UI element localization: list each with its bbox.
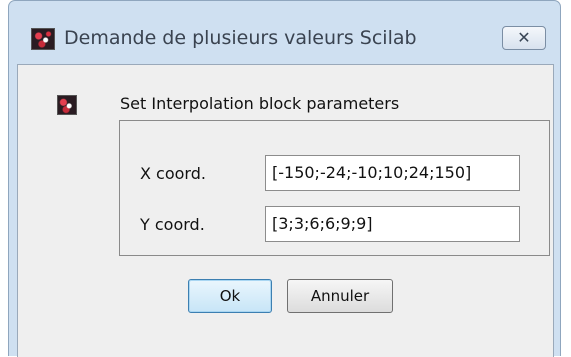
ok-button[interactable]: Ok [188, 279, 272, 313]
window-title: Demande de plusieurs valeurs Scilab [64, 27, 417, 49]
close-button[interactable]: ✕ [502, 26, 546, 50]
dialog-window: Demande de plusieurs valeurs Scilab ✕ Se… [8, 0, 561, 357]
scilab-message-icon [57, 95, 77, 115]
scilab-icon [31, 28, 55, 50]
close-icon: ✕ [517, 28, 531, 47]
y-coord-label: Y coord. [140, 215, 205, 234]
prompt-text: Set Interpolation block parameters [120, 94, 400, 113]
cancel-button[interactable]: Annuler [287, 279, 393, 313]
x-coord-input[interactable]: [-150;-24;-10;10;24;150] [265, 155, 520, 191]
y-coord-input[interactable]: [3;3;6;6;9;9] [265, 206, 520, 242]
x-coord-label: X coord. [140, 164, 206, 183]
parameters-group: X coord. [-150;-24;-10;10;24;150] Y coor… [119, 120, 550, 256]
dialog-body: Set Interpolation block parameters X coo… [17, 64, 554, 357]
title-bar[interactable]: Demande de plusieurs valeurs Scilab ✕ [9, 1, 560, 57]
